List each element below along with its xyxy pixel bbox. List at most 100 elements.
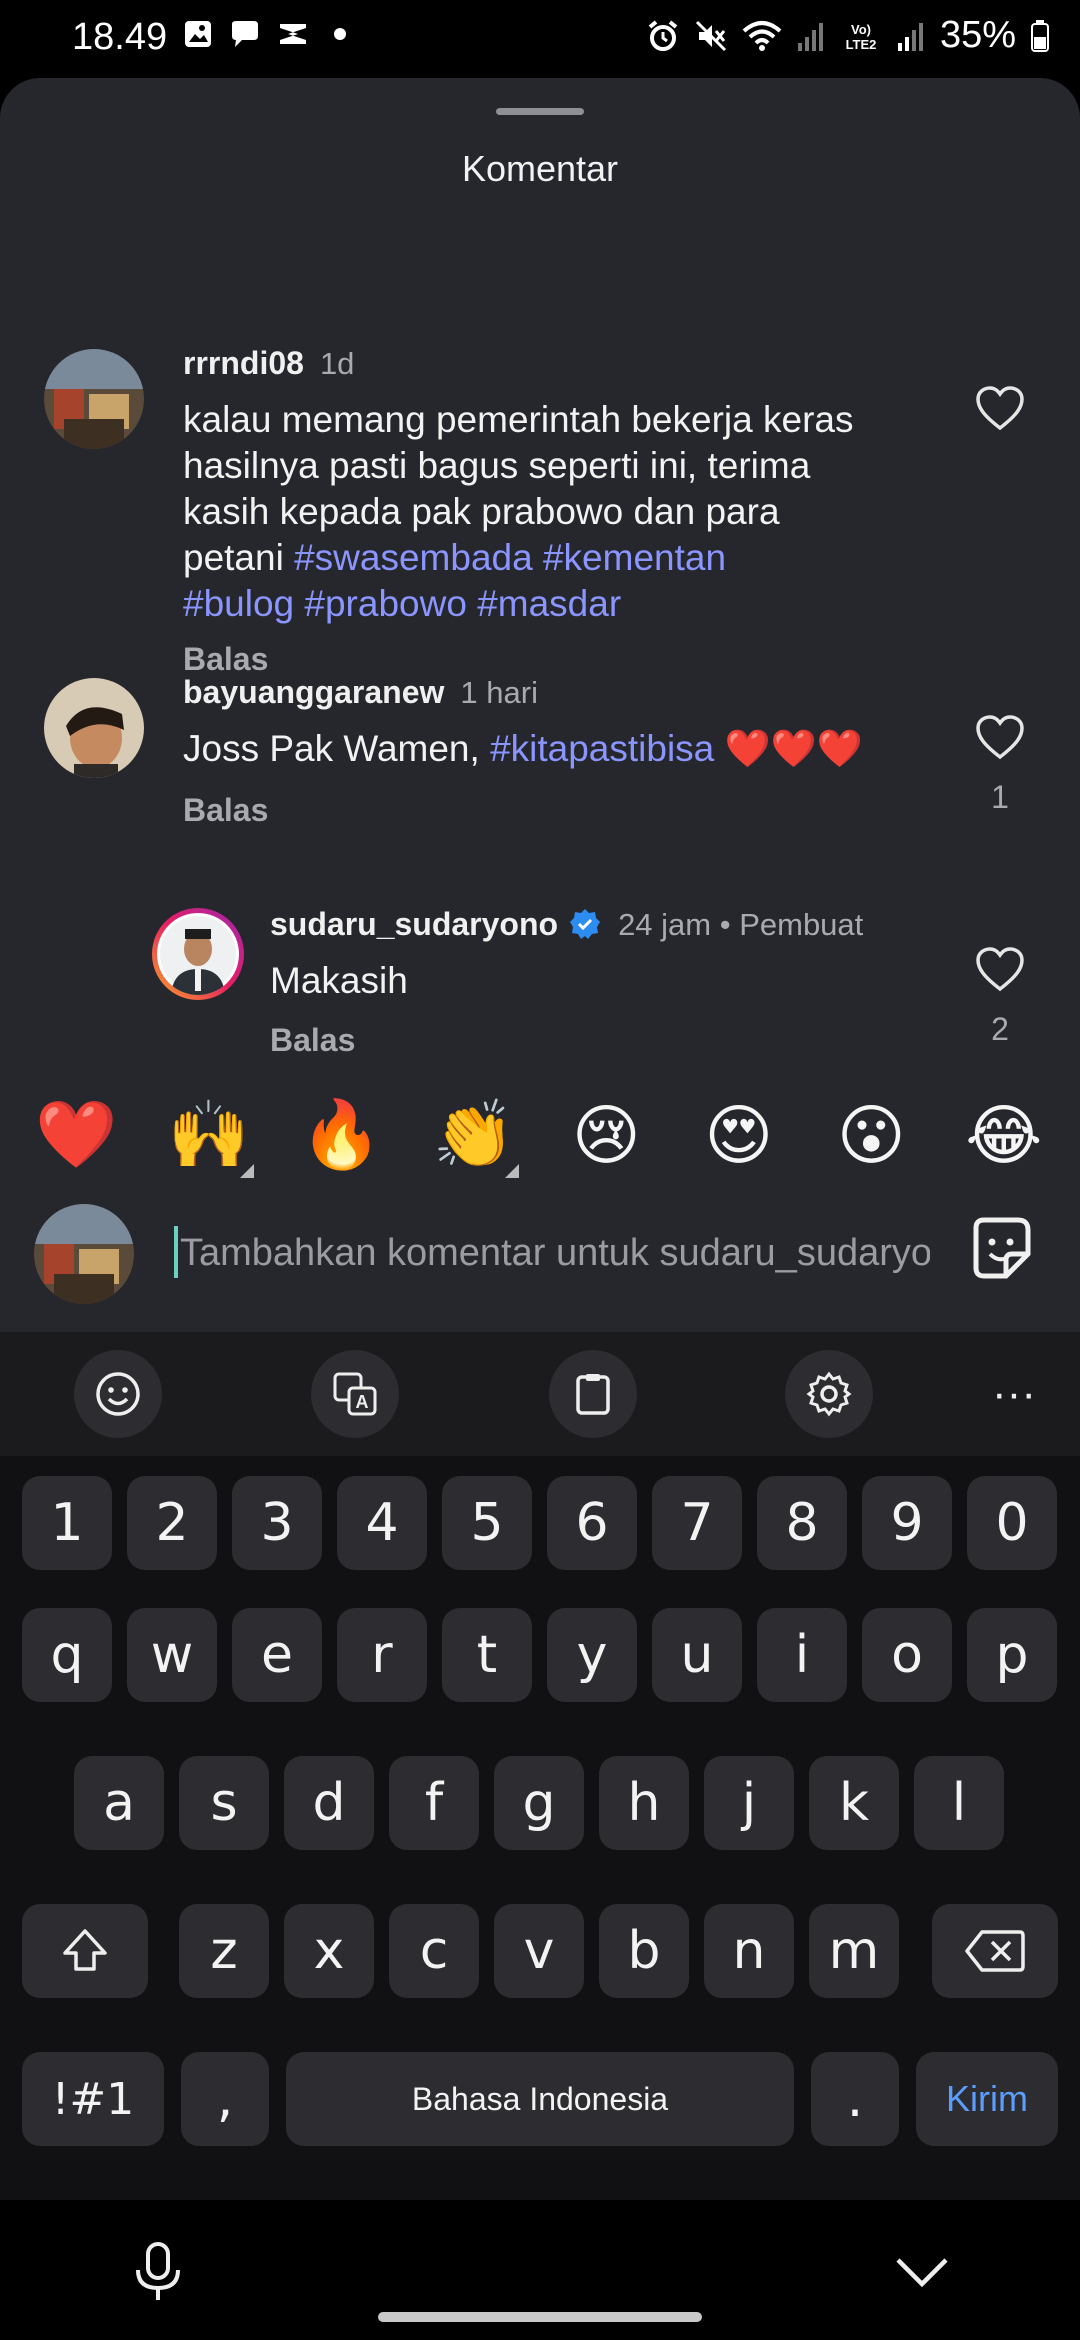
backspace-key[interactable] xyxy=(932,1904,1058,1998)
key-l[interactable]: l xyxy=(914,1756,1004,1850)
clipboard-button[interactable] xyxy=(549,1350,637,1438)
symbols-key[interactable]: !#1 xyxy=(22,2052,164,2146)
key-q[interactable]: q xyxy=(22,1608,112,1702)
heart-emoji: ❤️❤️❤️ xyxy=(724,727,863,770)
text-caret xyxy=(174,1226,178,1278)
key-p[interactable]: p xyxy=(967,1608,1057,1702)
key-y[interactable]: y xyxy=(547,1608,637,1702)
key-a[interactable]: a xyxy=(74,1756,164,1850)
emoji-laughing[interactable]: 😂 xyxy=(959,1097,1049,1174)
reply-button[interactable]: Balas xyxy=(270,1022,355,1059)
key-5[interactable]: 5 xyxy=(442,1476,532,1570)
like-button[interactable] xyxy=(970,385,1030,436)
clipboard-icon xyxy=(576,1374,610,1415)
emoji-fire[interactable]: 🔥 xyxy=(296,1096,386,1174)
key-4[interactable]: 4 xyxy=(337,1476,427,1570)
hashtag-link[interactable]: #kementan xyxy=(543,537,726,578)
comment-username[interactable]: rrrndi08 1d xyxy=(183,345,354,382)
emoji-heart[interactable]: ❤️ xyxy=(31,1096,121,1174)
like-button[interactable]: 2 xyxy=(970,946,1030,1048)
reply-button[interactable]: Balas xyxy=(183,641,268,678)
comment-text: kalau memang pemerintah bekerja keras ha… xyxy=(183,399,854,624)
sticker-icon[interactable] xyxy=(966,1214,1036,1284)
translate-button[interactable]: A xyxy=(311,1350,399,1438)
hashtag-link[interactable]: #bulog xyxy=(183,583,294,624)
key-i[interactable]: i xyxy=(757,1608,847,1702)
key-6[interactable]: 6 xyxy=(547,1476,637,1570)
space-key[interactable]: Bahasa Indonesia xyxy=(286,2052,794,2146)
signal-icon xyxy=(797,22,823,51)
home-indicator[interactable] xyxy=(378,2312,702,2322)
soft-keyboard: A ··· 1 2 3 4 5 6 7 8 9 0 q w e r t y u … xyxy=(0,1332,1080,2340)
hashtag-link[interactable]: #kitapastibisa xyxy=(490,728,714,769)
comma-key[interactable]: , xyxy=(181,2052,269,2146)
key-d[interactable]: d xyxy=(284,1756,374,1850)
svg-text:A: A xyxy=(356,1392,369,1412)
avatar[interactable] xyxy=(44,349,144,449)
key-z[interactable]: z xyxy=(179,1904,269,1998)
key-k[interactable]: k xyxy=(809,1756,899,1850)
comment-username[interactable]: bayuanggaranew 1 hari xyxy=(183,674,538,711)
key-u[interactable]: u xyxy=(652,1608,742,1702)
hide-keyboard-icon[interactable] xyxy=(892,2252,952,2292)
backspace-icon xyxy=(965,1930,1025,1972)
key-g[interactable]: g xyxy=(494,1756,584,1850)
mute-icon xyxy=(695,20,726,51)
sheet-title: Komentar xyxy=(461,148,619,189)
emoji-crying[interactable]: 😢 xyxy=(561,1097,651,1174)
key-r[interactable]: r xyxy=(337,1608,427,1702)
key-3[interactable]: 3 xyxy=(232,1476,322,1570)
reply-button[interactable]: Balas xyxy=(183,792,268,829)
key-j[interactable]: j xyxy=(704,1756,794,1850)
key-2[interactable]: 2 xyxy=(127,1476,217,1570)
hashtag-link[interactable]: #masdar xyxy=(477,583,621,624)
emoji-surprised[interactable]: 😮 xyxy=(826,1097,916,1174)
comment-item: bayuanggaranew 1 hari Joss Pak Wamen, #ki… xyxy=(0,674,1080,878)
emoji-heart-eyes[interactable]: 😍 xyxy=(694,1097,784,1174)
key-w[interactable]: w xyxy=(127,1608,217,1702)
comment-text: Joss Pak Wamen, #kitapastibisa ❤️❤️❤️ xyxy=(183,727,863,770)
keyboard-settings-button[interactable] xyxy=(785,1350,873,1438)
period-key[interactable]: . xyxy=(811,2052,899,2146)
key-s[interactable]: s xyxy=(179,1756,269,1850)
hashtag-link[interactable]: #swasembada xyxy=(294,537,533,578)
microphone-icon[interactable] xyxy=(128,2240,188,2304)
send-key[interactable]: Kirim xyxy=(916,2052,1058,2146)
heart-icon xyxy=(976,947,1024,992)
key-0[interactable]: 0 xyxy=(967,1476,1057,1570)
key-x[interactable]: x xyxy=(284,1904,374,1998)
key-c[interactable]: c xyxy=(389,1904,479,1998)
key-7[interactable]: 7 xyxy=(652,1476,742,1570)
key-b[interactable]: b xyxy=(599,1904,689,1998)
emoji-raised-hands[interactable]: 🙌 xyxy=(164,1096,254,1178)
key-9[interactable]: 9 xyxy=(862,1476,952,1570)
emoji-panel-button[interactable] xyxy=(74,1350,162,1438)
emoji-clap[interactable]: 👏 xyxy=(429,1096,519,1178)
key-t[interactable]: t xyxy=(442,1608,532,1702)
comment-username[interactable]: sudaru_sudaryono 24 jam • Pembuat xyxy=(270,906,863,943)
key-h[interactable]: h xyxy=(599,1756,689,1850)
more-options-button[interactable]: ··· xyxy=(970,1350,1058,1438)
variant-indicator-icon xyxy=(239,1164,254,1178)
key-8[interactable]: 8 xyxy=(757,1476,847,1570)
avatar[interactable] xyxy=(44,678,144,778)
verified-badge-icon xyxy=(570,909,601,939)
drag-handle[interactable] xyxy=(496,108,584,115)
comment-input[interactable]: Tambahkan komentar untuk sudaru_sudaryon… xyxy=(174,1220,930,1286)
key-e[interactable]: e xyxy=(232,1608,322,1702)
key-1[interactable]: 1 xyxy=(22,1476,112,1570)
emoji-reaction-bar: ❤️ 🙌 🔥 👏 😢 😍 😮 😂 xyxy=(0,1090,1080,1180)
system-icons: Vo) LTE2 35% xyxy=(646,14,1050,57)
hashtag-link[interactable]: #prabowo xyxy=(304,583,467,624)
key-v[interactable]: v xyxy=(494,1904,584,1998)
avatar[interactable] xyxy=(152,908,244,1000)
battery-icon xyxy=(1031,19,1049,52)
key-f[interactable]: f xyxy=(389,1756,479,1850)
like-button[interactable]: 1 xyxy=(970,714,1030,816)
translate-icon: A xyxy=(333,1372,377,1416)
key-n[interactable]: n xyxy=(704,1904,794,1998)
shift-key[interactable] xyxy=(22,1904,148,1998)
key-o[interactable]: o xyxy=(862,1608,952,1702)
status-time: 18.49 xyxy=(72,16,168,58)
key-m[interactable]: m xyxy=(809,1904,899,1998)
